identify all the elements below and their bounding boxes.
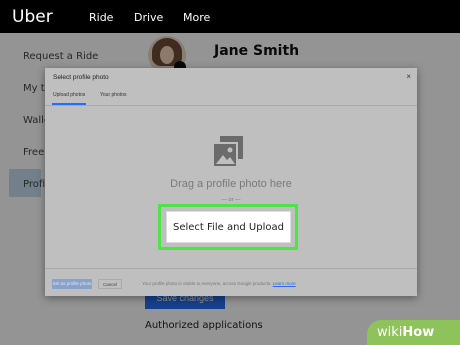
select-file-upload-button[interactable]: Select File and Upload <box>166 211 291 243</box>
footnote: Your profile photo is visible to everyon… <box>142 281 296 286</box>
learn-more-link[interactable]: Learn more <box>273 281 296 286</box>
top-nav: Uber Ride Drive More <box>0 0 460 33</box>
nav-more[interactable]: More <box>183 11 210 24</box>
divider <box>45 105 417 106</box>
nav-drive[interactable]: Drive <box>134 11 163 24</box>
tab-upload-photos[interactable]: Upload photos <box>53 92 85 98</box>
footer-divider <box>45 268 417 269</box>
nav-ride[interactable]: Ride <box>89 11 113 24</box>
select-photo-dialog: Select profile photo × Upload photos You… <box>45 68 417 296</box>
dialog-title: Select profile photo <box>53 74 109 81</box>
drag-photo-text: Drag a profile photo here <box>170 178 292 190</box>
or-separator: — or — <box>221 197 241 203</box>
watermark-prefix: wiki <box>377 325 403 340</box>
photo-icon <box>212 136 243 168</box>
close-icon[interactable]: × <box>406 72 411 81</box>
watermark-suffix: How <box>402 325 435 340</box>
uber-logo[interactable]: Uber <box>12 7 53 27</box>
wikihow-watermark: wikiHow <box>367 320 460 345</box>
set-profile-photo-button[interactable]: Set as profile photo <box>52 279 92 289</box>
tab-your-photos[interactable]: Your photos <box>100 92 127 98</box>
footnote-text: Your profile photo is visible to everyon… <box>142 281 272 286</box>
cancel-button[interactable]: Cancel <box>98 279 122 289</box>
